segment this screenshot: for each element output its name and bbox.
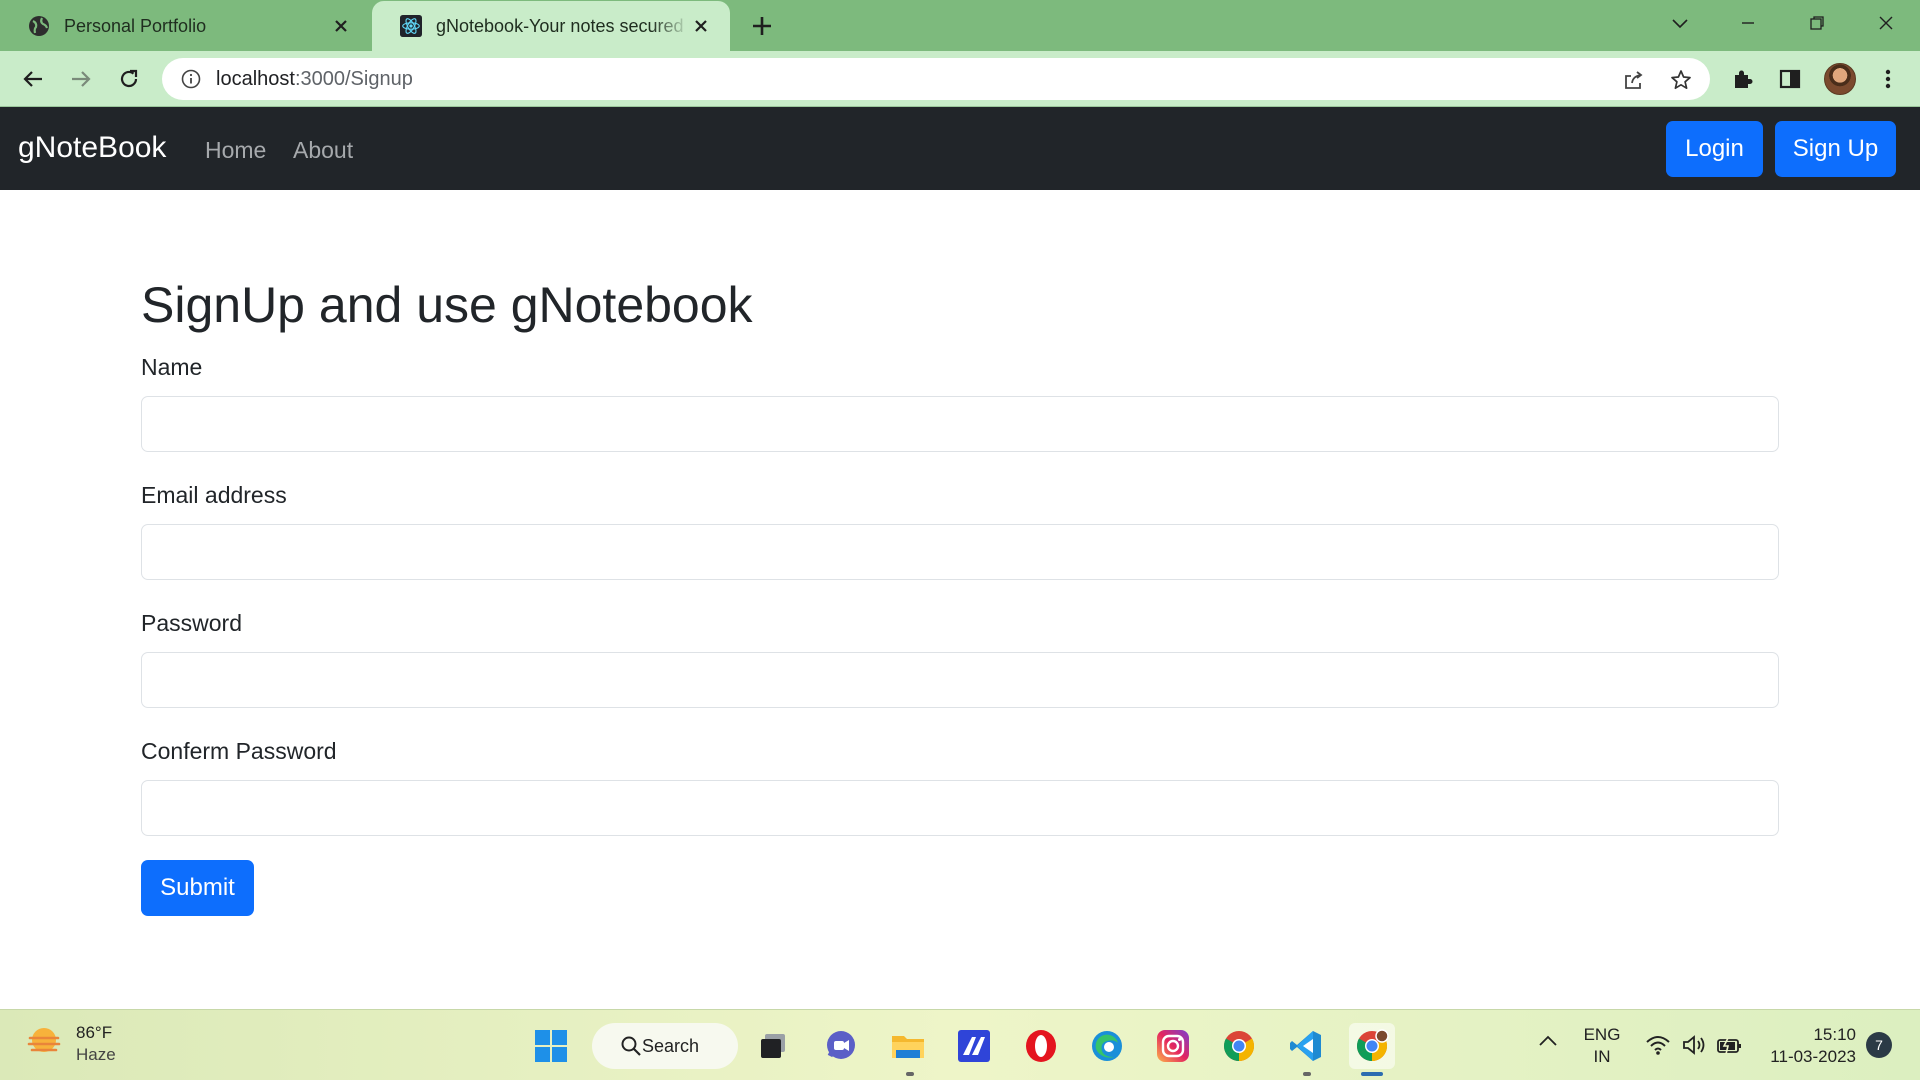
clock[interactable]: 15:10 11-03-2023 <box>1760 1024 1856 1068</box>
tab-personal-portfolio[interactable]: Personal Portfolio <box>0 1 370 51</box>
tab-title: gNotebook-Your notes secured in the clou… <box>436 15 690 36</box>
haze-sun-icon <box>26 1024 62 1065</box>
page-title: SignUp and use gNotebook <box>141 277 753 333</box>
search-icon <box>620 1035 642 1062</box>
confirm-password-label: Conferm Password <box>141 738 337 764</box>
volume-icon[interactable] <box>1681 1034 1707 1061</box>
url-host: localhost <box>216 67 295 90</box>
instagram-icon[interactable] <box>1150 1023 1196 1069</box>
extensions-puzzle-icon[interactable] <box>1729 65 1757 93</box>
weather-temp: 86°F <box>76 1023 113 1042</box>
file-explorer-icon[interactable] <box>885 1023 931 1069</box>
tab-title: Personal Portfolio <box>64 15 207 36</box>
bookmark-star-icon[interactable] <box>1668 67 1694 93</box>
restore-icon[interactable] <box>1799 8 1835 38</box>
teams-chat-icon[interactable] <box>818 1023 864 1069</box>
search-label: Search <box>642 1035 700 1056</box>
start-icon[interactable] <box>528 1023 574 1069</box>
address-bar[interactable]: localhost:3000/Signup <box>162 58 1710 100</box>
tab-gnotebook[interactable]: gNotebook-Your notes secured in the clou… <box>372 1 730 51</box>
side-panel-icon[interactable] <box>1776 65 1804 93</box>
new-tab-button[interactable] <box>748 12 776 40</box>
task-view-icon[interactable] <box>750 1023 796 1069</box>
profile-avatar[interactable] <box>1824 63 1856 95</box>
running-indicator <box>1303 1072 1311 1076</box>
site-info-icon[interactable] <box>180 68 202 90</box>
back-arrow-icon[interactable] <box>18 64 48 94</box>
notification-badge[interactable]: 7 <box>1866 1032 1892 1058</box>
taskbar-search[interactable]: Search <box>592 1023 738 1069</box>
brand-logo[interactable]: gNoteBook <box>18 131 166 165</box>
screen: Personal Portfolio gNotebook-Your notes … <box>0 0 1920 1080</box>
submit-button[interactable]: Submit <box>141 860 254 916</box>
browser-tab-strip: Personal Portfolio gNotebook-Your notes … <box>0 0 1920 51</box>
chrome-profile-icon[interactable] <box>1349 1023 1395 1069</box>
weather-condition: Haze <box>76 1045 116 1064</box>
name-label: Name <box>141 354 203 380</box>
close-icon[interactable] <box>690 15 712 37</box>
clock-date: 11-03-2023 <box>1770 1047 1856 1066</box>
chrome-icon[interactable] <box>1216 1023 1262 1069</box>
minimize-icon[interactable] <box>1730 8 1766 38</box>
windows-taskbar: 86°F Haze Search ENG IN 15:10 11-03-2023 <box>0 1009 1920 1080</box>
clock-time: 15:10 <box>1813 1025 1856 1044</box>
active-indicator <box>1361 1072 1383 1076</box>
text-editor-icon[interactable] <box>951 1023 997 1069</box>
email-field[interactable] <box>141 524 1779 580</box>
react-icon <box>400 15 422 37</box>
confirm-password-field[interactable] <box>141 780 1779 836</box>
wifi-icon[interactable] <box>1645 1034 1671 1061</box>
nav-link-about[interactable]: About <box>293 137 353 164</box>
password-field[interactable] <box>141 652 1779 708</box>
url-path: :3000/Signup <box>294 67 413 90</box>
language-code: ENG <box>1583 1025 1621 1044</box>
email-label: Email address <box>141 482 287 508</box>
language-indicator[interactable]: ENG IN <box>1580 1024 1624 1068</box>
more-menu-icon[interactable] <box>1874 65 1902 93</box>
tray-chevron-icon[interactable] <box>1538 1034 1558 1053</box>
reload-icon[interactable] <box>114 64 144 94</box>
weather-widget[interactable]: 86°F Haze <box>26 1022 116 1066</box>
browser-toolbar: localhost:3000/Signup <box>0 51 1920 107</box>
close-icon[interactable] <box>330 15 352 37</box>
login-button[interactable]: Login <box>1666 121 1763 177</box>
share-icon[interactable] <box>1620 67 1646 93</box>
app-navbar: gNoteBook Home About Login Sign Up <box>0 107 1920 190</box>
password-label: Password <box>141 610 242 636</box>
name-field[interactable] <box>141 396 1779 452</box>
forward-arrow-icon[interactable] <box>66 64 96 94</box>
edge-icon[interactable] <box>1084 1023 1130 1069</box>
close-window-icon[interactable] <box>1868 8 1904 38</box>
nav-link-home[interactable]: Home <box>205 137 266 164</box>
region-code: IN <box>1593 1047 1611 1066</box>
signup-button[interactable]: Sign Up <box>1775 121 1896 177</box>
tab-search-chevron-icon[interactable] <box>1662 8 1698 38</box>
globe-icon <box>28 15 50 37</box>
running-indicator <box>906 1072 914 1076</box>
opera-icon[interactable] <box>1018 1023 1064 1069</box>
vscode-icon[interactable] <box>1283 1023 1329 1069</box>
battery-charging-icon[interactable] <box>1716 1036 1744 1061</box>
